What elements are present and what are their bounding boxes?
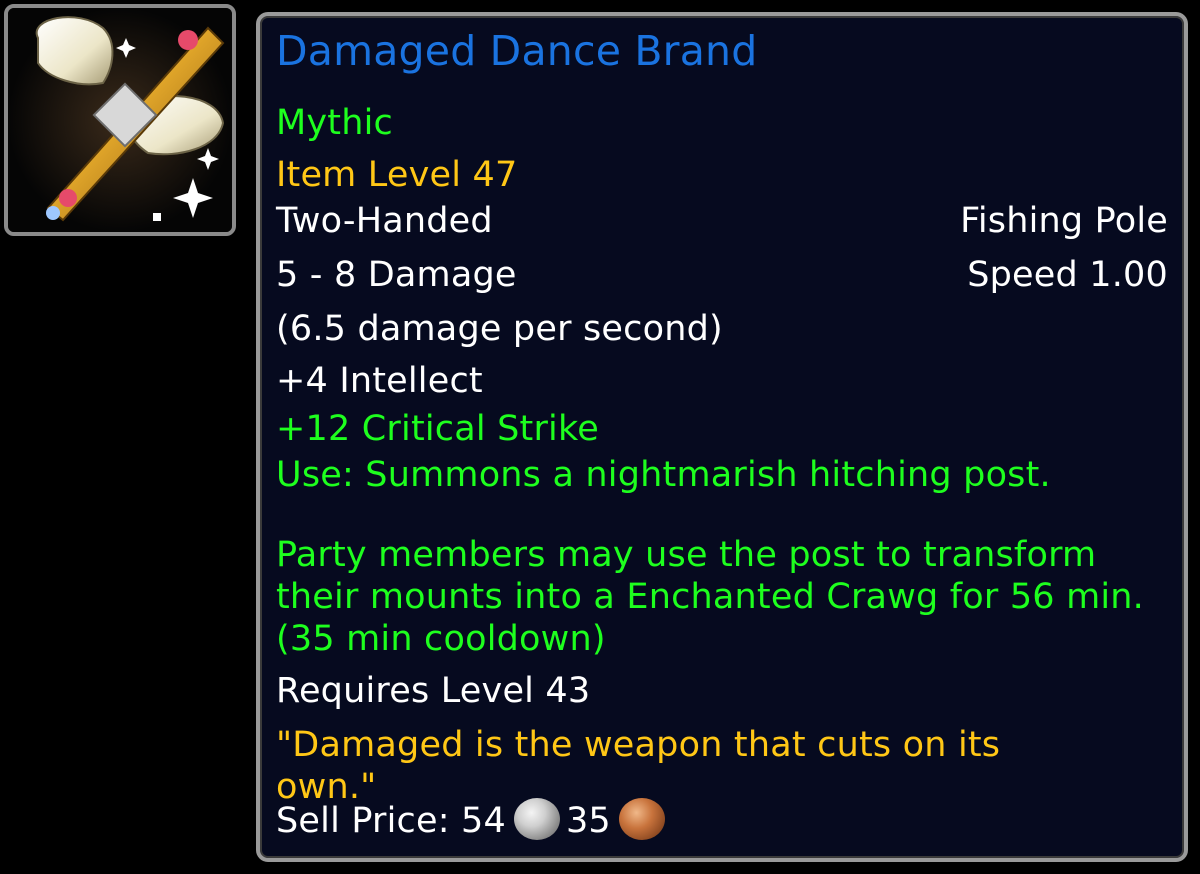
item-icon-frame[interactable] [4, 4, 236, 236]
sell-price-silver: 54 [461, 801, 506, 841]
sell-price-row: Sell Price: 54 35 [276, 798, 1168, 843]
silver-coin-icon [513, 798, 560, 840]
damage-speed-row: 5 - 8 Damage Speed 1.00 [276, 254, 1168, 296]
item-dps: (6.5 damage per second) [276, 309, 723, 349]
stat-critical-strike: +12 Critical Strike [276, 409, 599, 449]
copper-coin-icon [618, 798, 665, 840]
item-level: Item Level 47 [276, 155, 518, 195]
item-name: Damaged Dance Brand [276, 27, 758, 75]
item-slot: Two-Handed [276, 201, 493, 241]
item-speed: Speed 1.00 [967, 255, 1168, 295]
item-quality: Mythic [276, 103, 393, 143]
item-damage: 5 - 8 Damage [276, 255, 517, 295]
stat-intellect: +4 Intellect [276, 361, 483, 401]
item-tooltip: Damaged Dance Brand Mythic Item Level 47… [256, 12, 1188, 862]
item-type: Fishing Pole [960, 201, 1168, 241]
slot-type-row: Two-Handed Fishing Pole [276, 200, 1168, 242]
use-effect-detail: Party members may use the post to transf… [276, 535, 1145, 659]
use-effect: Use: Summons a nightmarish hitching post… [276, 455, 1051, 495]
winged-golden-sword-icon [8, 8, 232, 232]
flavor-text: "Damaged is the weapon that cuts on its … [276, 725, 1001, 807]
sell-price-label: Sell Price: [276, 801, 450, 841]
sell-price-copper: 35 [565, 801, 611, 841]
level-requirement: Requires Level 43 [276, 671, 591, 711]
